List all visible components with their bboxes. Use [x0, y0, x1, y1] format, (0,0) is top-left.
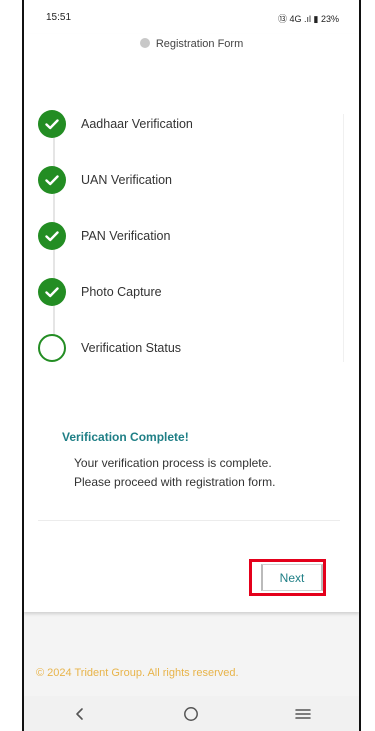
check-icon — [38, 110, 66, 138]
check-icon — [38, 166, 66, 194]
system-nav-bar — [24, 696, 359, 731]
stepper-separator — [343, 114, 344, 362]
step-aadhaar-verification[interactable]: Aadhaar Verification — [38, 110, 318, 138]
page-header: Registration Form — [24, 38, 359, 50]
check-icon — [38, 278, 66, 306]
verification-stepper: Aadhaar Verification UAN Verification PA… — [38, 104, 344, 370]
section-divider — [38, 520, 340, 521]
completion-message-line: Your verification process is complete. — [74, 456, 272, 470]
status-indicators: ⑬ 4G .ıl ▮ 23% — [278, 14, 339, 24]
footer-copyright: © 2024 Trident Group. All rights reserve… — [36, 667, 239, 679]
completion-message-line: Please proceed with registration form. — [74, 475, 276, 489]
phone-screen: 15:51 ⑬ 4G .ıl ▮ 23% Registration Form A… — [22, 0, 361, 731]
step-label: PAN Verification — [81, 229, 171, 243]
check-icon — [38, 222, 66, 250]
next-button[interactable]: Next — [261, 564, 323, 591]
status-bar: 15:51 ⑬ 4G .ıl ▮ 23% — [24, 0, 359, 34]
step-label: Verification Status — [81, 341, 182, 355]
step-uan-verification[interactable]: UAN Verification — [38, 166, 318, 194]
back-icon[interactable] — [60, 699, 100, 729]
home-icon[interactable] — [171, 699, 211, 729]
step-label: Photo Capture — [81, 285, 162, 299]
step-pan-verification[interactable]: PAN Verification — [38, 222, 318, 250]
registration-card: Registration Form Aadhaar Verification U… — [24, 34, 359, 612]
empty-circle-icon — [38, 334, 66, 362]
status-time: 15:51 — [46, 12, 72, 23]
step-photo-capture[interactable]: Photo Capture — [38, 278, 318, 306]
step-verification-status[interactable]: Verification Status — [38, 334, 318, 362]
step-label: UAN Verification — [81, 173, 173, 187]
header-dot-icon — [139, 38, 150, 48]
completion-title: Verification Complete! — [62, 430, 189, 444]
recent-apps-icon[interactable] — [283, 699, 323, 729]
page-title: Registration Form — [155, 38, 244, 50]
step-label: Aadhaar Verification — [81, 117, 193, 131]
completion-message: Your verification process is complete. P… — [74, 454, 275, 492]
